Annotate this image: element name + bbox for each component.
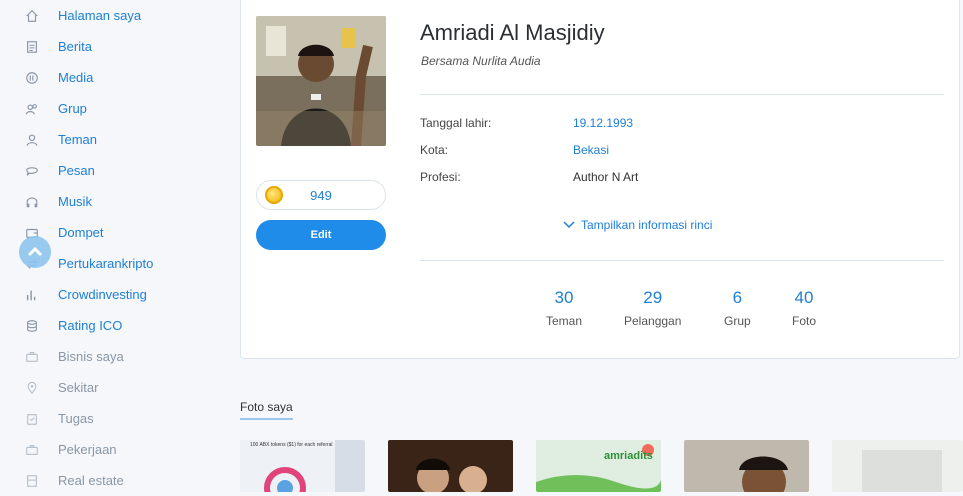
divider: [420, 260, 944, 261]
sidebar-item-label: Bisnis saya: [58, 349, 124, 364]
sidebar-item-label: Pesan: [58, 163, 95, 178]
divider: [420, 94, 944, 95]
photo-thumbnail[interactable]: 100 ABX tokens ($1) for each referral: [240, 440, 365, 492]
info-key: Tanggal lahir:: [420, 116, 492, 130]
database-icon: [24, 318, 40, 334]
stat-subscribers[interactable]: 29 Pelanggan: [624, 288, 681, 328]
photo-caption: 100 ABX tokens ($1) for each referral: [250, 442, 333, 448]
stat-label: Pelanggan: [624, 314, 682, 328]
stat-number: 40: [794, 288, 814, 307]
media-icon: [24, 70, 40, 86]
sidebar-item-label: Sekitar: [58, 380, 99, 395]
photo-thumbnail[interactable]: [388, 440, 513, 492]
stat-groups[interactable]: 6 Grup: [724, 288, 751, 328]
friend-icon: [24, 132, 40, 148]
scroll-to-top-button[interactable]: [19, 236, 51, 268]
photo-thumbnail[interactable]: amriadits: [536, 440, 661, 492]
coin-value: 949: [310, 187, 332, 203]
edit-button[interactable]: Edit: [256, 220, 386, 250]
profile-name: Amriadi Al Masjidiy: [420, 20, 605, 45]
headphones-icon: [24, 194, 40, 210]
sidebar-item-rating-ico[interactable]: Rating ICO: [0, 310, 225, 341]
info-row-birthdate: Tanggal lahir: 19.12.1993: [420, 116, 920, 136]
photos-section-title[interactable]: Foto saya: [240, 400, 293, 420]
bar-chart-icon: [24, 287, 40, 303]
info-key: Profesi:: [420, 170, 461, 184]
profile-card: 949 Edit Amriadi Al Masjidiy Bersama Nur…: [240, 0, 960, 359]
sidebar-item-media[interactable]: Media: [0, 62, 225, 93]
photo-thumbnail[interactable]: [832, 440, 963, 492]
info-row-city: Kota: Bekasi: [420, 143, 920, 163]
stat-number: 29: [643, 288, 663, 307]
stat-photos[interactable]: 40 Foto: [792, 288, 816, 328]
building-icon: [24, 473, 40, 489]
sidebar-item-label: Rating ICO: [58, 318, 123, 333]
sidebar-item-label: Pertukarankripto: [58, 256, 154, 271]
sidebar-item-bisnis-saya[interactable]: Bisnis saya: [0, 341, 225, 372]
sidebar-item-label: Dompet: [58, 225, 104, 240]
photo-brand-text: amriadits: [604, 450, 653, 462]
info-value-link[interactable]: Bekasi: [573, 143, 609, 157]
chevron-up-icon: [27, 246, 43, 257]
sidebar-item-crowdinvesting[interactable]: Crowdinvesting: [0, 279, 225, 310]
briefcase-icon: [24, 442, 40, 458]
sidebar-item-label: Pekerjaan: [58, 442, 117, 457]
stat-number: 6: [732, 288, 743, 307]
sidebar-item-label: Real estate: [58, 473, 124, 488]
sidebar-item-real-estate[interactable]: Real estate: [0, 465, 225, 496]
sidebar-item-halaman-saya[interactable]: Halaman saya: [0, 0, 225, 31]
sidebar-nav: Halaman saya Berita Media Grup Teman Pes…: [0, 0, 225, 492]
message-icon: [24, 163, 40, 179]
photo-thumbnail[interactable]: [684, 440, 809, 492]
home-icon: [24, 8, 40, 24]
sidebar-item-label: Media: [58, 70, 94, 85]
sidebar-item-grup[interactable]: Grup: [0, 93, 225, 124]
info-value: Author N Art: [573, 170, 639, 184]
stat-label: Teman: [546, 314, 583, 328]
clipboard-icon: [24, 411, 40, 427]
stat-number: 30: [554, 288, 574, 307]
sidebar-item-pesan[interactable]: Pesan: [0, 155, 225, 186]
sidebar-item-pekerjaan[interactable]: Pekerjaan: [0, 434, 225, 465]
show-details-label: Tampilkan informasi rinci: [581, 218, 713, 232]
relationship-status[interactable]: Bersama Nurlita Audia: [421, 54, 541, 68]
show-details-link[interactable]: Tampilkan informasi rinci: [563, 218, 712, 232]
stat-label: Grup: [724, 314, 751, 328]
news-icon: [24, 39, 40, 55]
sidebar-item-label: Tugas: [58, 411, 94, 426]
sidebar-item-label: Halaman saya: [58, 8, 142, 23]
sidebar-item-berita[interactable]: Berita: [0, 31, 225, 62]
sidebar-item-label: Grup: [58, 101, 87, 116]
avatar[interactable]: [256, 16, 386, 146]
location-icon: [24, 380, 40, 396]
stat-friends[interactable]: 30 Teman: [546, 288, 582, 328]
coin-balance[interactable]: 949: [256, 180, 386, 210]
info-value-link[interactable]: 19.12.1993: [573, 116, 633, 130]
sidebar-item-label: Musik: [58, 194, 92, 209]
sidebar-item-teman[interactable]: Teman: [0, 124, 225, 155]
briefcase-icon: [24, 349, 40, 365]
sidebar-item-sekitar[interactable]: Sekitar: [0, 372, 225, 403]
chevron-down-icon: [563, 221, 575, 229]
sidebar-item-label: Crowdinvesting: [58, 287, 147, 302]
sidebar-item-tugas[interactable]: Tugas: [0, 403, 225, 434]
stat-label: Foto: [792, 314, 817, 328]
sidebar-item-label: Berita: [58, 39, 92, 54]
group-icon: [24, 101, 40, 117]
sidebar-item-musik[interactable]: Musik: [0, 186, 225, 217]
info-key: Kota:: [420, 143, 449, 157]
info-row-profession: Profesi: Author N Art: [420, 170, 920, 190]
sidebar-item-label: Teman: [58, 132, 98, 147]
